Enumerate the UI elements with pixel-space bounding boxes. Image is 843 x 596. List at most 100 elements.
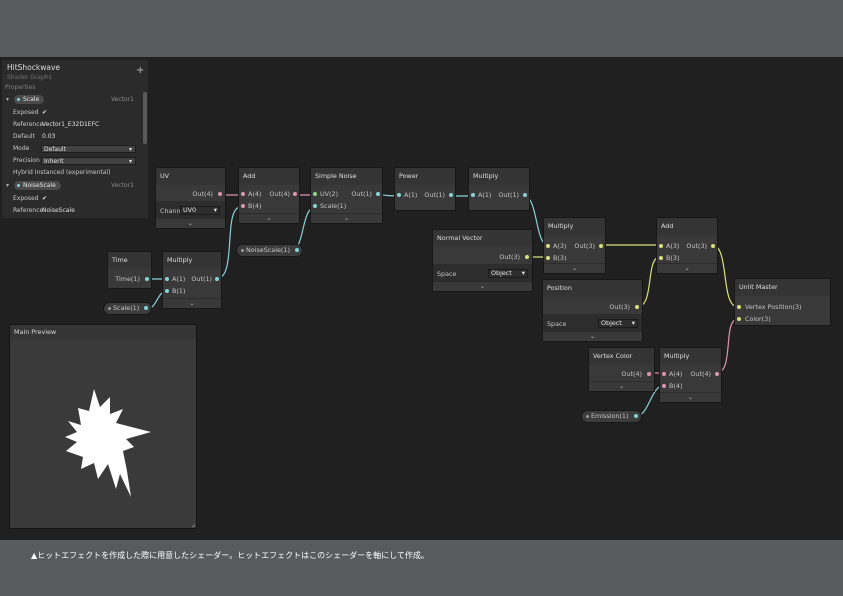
output-port[interactable]	[711, 244, 715, 248]
port-label: UV(2)	[320, 190, 339, 198]
collapse-chevron-icon[interactable]: ⌄	[543, 331, 642, 341]
property-pill-noisescale[interactable]: NoiseScale	[14, 181, 61, 190]
precision-dropdown[interactable]: Inherit ▾	[41, 157, 136, 165]
collapse-chevron-icon[interactable]: ⌄	[156, 218, 225, 228]
port-label: Out(4)	[690, 370, 711, 378]
output-port[interactable]	[145, 277, 149, 281]
main-preview-panel[interactable]: Main Preview ⌟	[10, 325, 196, 528]
input-port-b[interactable]	[165, 289, 169, 293]
channel-dropdown[interactable]: UV0 ▾	[180, 206, 220, 215]
node-title: Time	[108, 252, 151, 269]
output-port[interactable]	[218, 192, 222, 196]
output-port[interactable]	[293, 192, 297, 196]
node-multiply[interactable]: Multiply A(1) Out(1) B(1) ⌄	[163, 252, 221, 308]
collapse-chevron-icon[interactable]: ⌄	[589, 381, 654, 391]
property-node-emission[interactable]: Emission(1)	[582, 411, 641, 422]
collapse-chevron-icon[interactable]: ⌄	[163, 298, 221, 308]
collapse-chevron-icon[interactable]: ⌄	[544, 263, 605, 273]
node-position[interactable]: Position Out(3) Space Object ▾ ⌄	[543, 280, 642, 341]
node-power[interactable]: Power A(1) Out(1)	[395, 168, 455, 210]
node-vertex-color[interactable]: Vertex Color Out(4) ⌄	[589, 348, 654, 391]
blackboard-panel: HitShockwave Shader Graphs + Properties …	[2, 60, 148, 218]
expand-arrow-icon[interactable]: ▾	[6, 182, 9, 189]
node-title: Position	[543, 280, 642, 297]
output-port[interactable]	[376, 192, 380, 196]
input-port-a[interactable]	[397, 193, 401, 197]
node-add[interactable]: Add A(3) Out(3) B(3) ⌄	[657, 218, 717, 273]
input-port-b[interactable]	[659, 256, 663, 260]
collapse-chevron-icon[interactable]: ⌄	[657, 263, 717, 273]
input-port-a[interactable]	[659, 244, 663, 248]
node-time[interactable]: Time Time(1)	[108, 252, 151, 288]
output-port[interactable]	[635, 305, 639, 309]
input-port-uv[interactable]	[313, 192, 317, 196]
property-node-scale[interactable]: Scale(1)	[104, 303, 152, 314]
output-port[interactable]	[144, 306, 149, 310]
property-node-noisescale[interactable]: NoiseScale(1)	[237, 245, 302, 256]
space-label: Space	[547, 320, 567, 328]
shockwave-preview-image	[65, 389, 151, 497]
reference-field[interactable]: Vector1_E32D1EFC	[42, 121, 99, 128]
output-port[interactable]	[647, 372, 651, 376]
node-add[interactable]: Add A(4) Out(4) B(4) ⌄	[239, 168, 299, 223]
output-port[interactable]	[294, 248, 299, 252]
input-port-vertex-position[interactable]	[737, 305, 741, 309]
node-title: Vertex Color	[589, 348, 654, 365]
default-field[interactable]: 0.03	[42, 133, 55, 140]
node-title: Add	[239, 168, 299, 185]
input-port-b[interactable]	[662, 384, 666, 388]
add-property-button[interactable]: +	[136, 65, 144, 76]
input-port-a[interactable]	[546, 244, 550, 248]
chevron-down-icon: ▾	[521, 269, 525, 277]
input-port-b[interactable]	[241, 204, 245, 208]
input-port-color[interactable]	[737, 317, 741, 321]
output-port[interactable]	[599, 244, 603, 248]
output-port[interactable]	[449, 193, 453, 197]
input-port-a[interactable]	[165, 277, 169, 281]
reference-label: Reference	[13, 207, 44, 214]
node-uv[interactable]: UV Out(4) Channel UV0 ▾ ⌄	[156, 168, 225, 228]
space-dropdown[interactable]: Object ▾	[598, 319, 638, 328]
port-label: Out(1)	[351, 190, 372, 198]
input-port-scale[interactable]	[313, 204, 317, 208]
port-label: A(3)	[666, 242, 680, 250]
expand-arrow-icon[interactable]: ▾	[6, 96, 9, 103]
output-port[interactable]	[633, 414, 638, 418]
output-port[interactable]	[525, 255, 529, 259]
exposed-checkbox[interactable]: ✔	[42, 109, 47, 116]
collapse-chevron-icon[interactable]: ⌄	[433, 281, 532, 291]
node-title: Add	[657, 218, 717, 235]
node-multiply[interactable]: Multiply A(1) Out(1)	[469, 168, 529, 210]
main-preview-title: Main Preview	[10, 325, 196, 339]
output-port[interactable]	[215, 277, 219, 281]
resize-handle-icon[interactable]: ⌟	[192, 520, 195, 528]
input-port-b[interactable]	[546, 256, 550, 260]
property-row-scale[interactable]: ▾ Scale Vector1	[2, 95, 142, 106]
input-port-a[interactable]	[471, 193, 475, 197]
properties-section-label: Properties	[5, 84, 36, 91]
property-row-noisescale[interactable]: ▾ NoiseScale Vector1	[2, 181, 142, 192]
blackboard-scrollbar[interactable]	[143, 92, 147, 144]
port-label: A(1)	[404, 191, 418, 199]
port-label: B(4)	[248, 202, 262, 210]
default-label: Default	[13, 133, 35, 140]
node-simple-noise[interactable]: Simple Noise UV(2) Out(1) Scale(1) ⌄	[311, 168, 382, 223]
exposed-checkbox[interactable]: ✔	[42, 195, 47, 202]
port-label: Vertex Position(3)	[745, 303, 802, 311]
port-label: B(4)	[669, 382, 683, 390]
node-unlit-master[interactable]: Unlit Master Vertex Position(3) Color(3)	[735, 279, 830, 325]
mode-dropdown[interactable]: Default ▾	[41, 145, 136, 153]
input-port-a[interactable]	[241, 192, 245, 196]
space-dropdown[interactable]: Object ▾	[488, 269, 528, 278]
input-port-a[interactable]	[662, 372, 666, 376]
collapse-chevron-icon[interactable]: ⌄	[239, 213, 299, 223]
node-normal-vector[interactable]: Normal Vector Out(3) Space Object ▾ ⌄	[433, 230, 532, 291]
collapse-chevron-icon[interactable]: ⌄	[311, 213, 382, 223]
collapse-chevron-icon[interactable]: ⌄	[660, 392, 721, 402]
reference-field[interactable]: NoiseScale	[42, 207, 75, 214]
node-multiply[interactable]: Multiply A(4) Out(4) B(4) ⌄	[660, 348, 721, 402]
output-port[interactable]	[523, 193, 527, 197]
output-port[interactable]	[715, 372, 719, 376]
node-multiply[interactable]: Multiply A(3) Out(3) B(3) ⌄	[544, 218, 605, 273]
property-pill-scale[interactable]: Scale	[14, 95, 45, 104]
